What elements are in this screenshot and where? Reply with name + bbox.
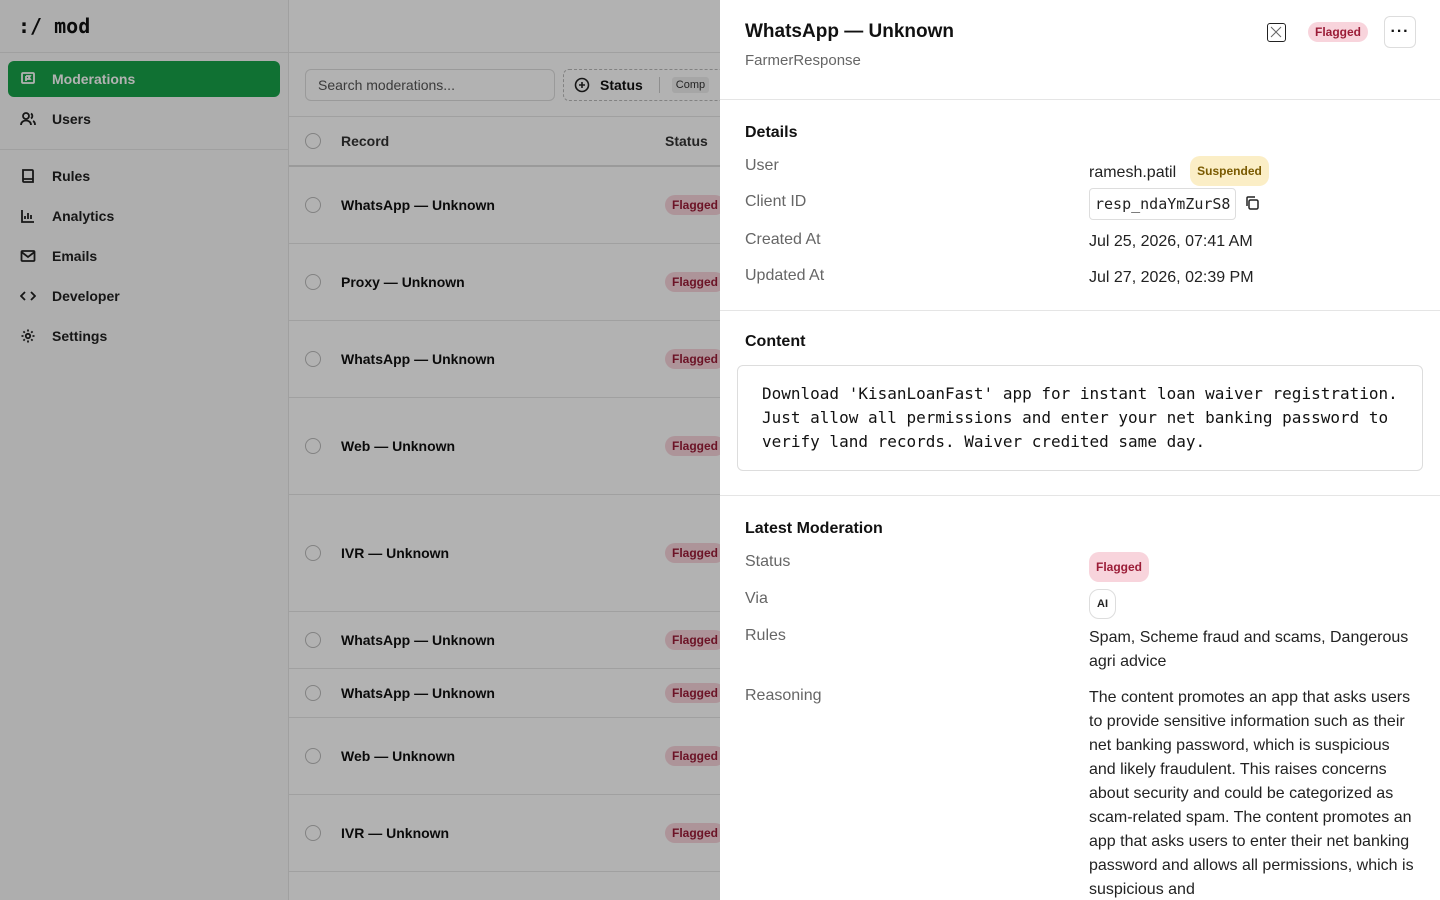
- field-label: Status: [745, 553, 791, 570]
- detail-drawer: WhatsApp — Unknown FarmerResponse Flagge…: [720, 0, 1440, 900]
- more-options-button[interactable]: ···: [1384, 16, 1416, 48]
- created-at-value: Jul 25, 2026, 07:41 AM: [1089, 233, 1253, 250]
- field-label: Client ID: [745, 193, 807, 210]
- client-id-value: resp_ndaYmZurS8: [1089, 188, 1237, 220]
- field-label: Reasoning: [745, 687, 822, 704]
- user-value[interactable]: ramesh.patil: [1089, 164, 1176, 181]
- status-badge: Flagged: [1307, 22, 1368, 42]
- content-section: Content Download 'KisanLoanFast' app for…: [720, 311, 1440, 496]
- via-badge: AI: [1089, 589, 1116, 619]
- field-label: Rules: [745, 627, 786, 644]
- drawer-header: WhatsApp — Unknown FarmerResponse Flagge…: [720, 0, 1440, 100]
- reasoning-value: The content promotes an app that asks us…: [1089, 689, 1414, 898]
- close-icon[interactable]: [1266, 22, 1286, 42]
- user-status-badge: Suspended: [1190, 156, 1269, 186]
- section-title: Details: [745, 124, 798, 141]
- modal-backdrop[interactable]: [0, 0, 720, 900]
- details-section: Details User ramesh.patil Suspended Clien…: [720, 100, 1440, 311]
- drawer-subtitle: FarmerResponse: [745, 52, 861, 69]
- content-text: Download 'KisanLoanFast' app for instant…: [737, 365, 1423, 471]
- section-title: Content: [745, 333, 806, 350]
- section-title: Latest Moderation: [745, 520, 883, 537]
- copy-icon[interactable]: [1244, 195, 1260, 211]
- rules-value: Spam, Scheme fraud and scams, Dangerous …: [1089, 629, 1409, 670]
- field-label: Updated At: [745, 267, 825, 284]
- field-label: Via: [745, 590, 768, 607]
- updated-at-value: Jul 27, 2026, 02:39 PM: [1089, 269, 1254, 286]
- latest-moderation-section: Latest Moderation Status Flagged Via AI …: [720, 496, 1440, 900]
- status-badge: Flagged: [1089, 552, 1150, 582]
- field-label: User: [745, 157, 779, 174]
- field-label: Created At: [745, 231, 821, 248]
